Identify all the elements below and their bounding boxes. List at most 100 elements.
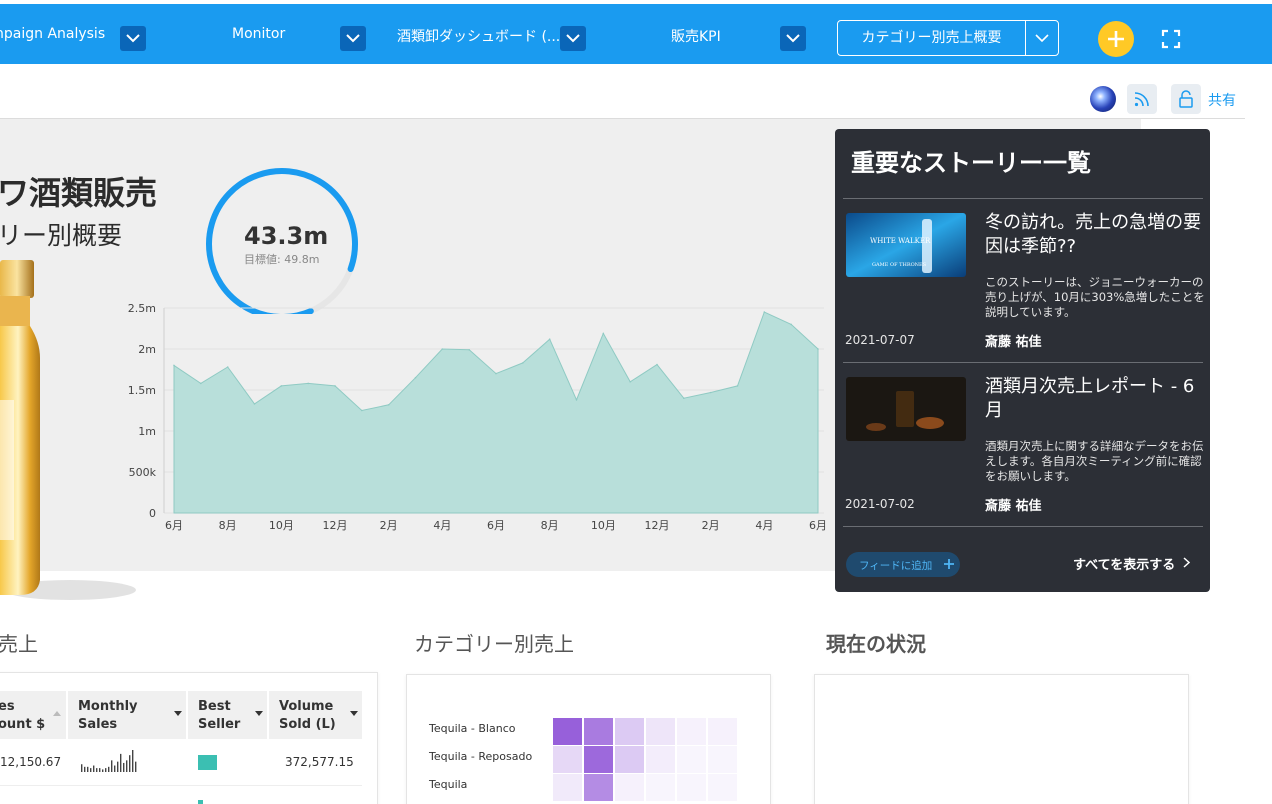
heatmap-row-label: Tequila - Reposado (429, 750, 533, 763)
lock-button[interactable] (1171, 84, 1201, 114)
share-button[interactable]: 共有 (1171, 84, 1241, 114)
heatmap-cell[interactable] (708, 718, 737, 745)
tab-campaign-analysis[interactable]: npaign Analysis (0, 26, 105, 42)
grid-header-amount[interactable]: es ount $ (0, 691, 66, 739)
tab-liquor-dashboard[interactable]: 酒類卸ダッシュボード (... (397, 26, 560, 46)
data-point (361, 409, 363, 412)
sparkline-bar (93, 765, 95, 772)
sort-down-icon (350, 711, 358, 716)
x-tick-label: 4月 (433, 519, 451, 532)
header-line: Volume (279, 699, 334, 714)
data-point (414, 376, 417, 379)
heatmap-cell[interactable] (615, 774, 644, 801)
story-thumbnail[interactable]: WHITE WALKER GAME OF THRONES (846, 213, 966, 277)
row-divider (0, 785, 362, 786)
gauge-value: 43.3m (244, 222, 329, 250)
x-tick-label: 10月 (269, 519, 294, 532)
section-title-sales: 売上 (0, 632, 38, 656)
heatmap-cell[interactable] (553, 746, 582, 773)
data-point (763, 311, 766, 313)
x-tick-label: 6月 (809, 519, 827, 532)
header-line: Monthly (78, 699, 138, 714)
data-point (683, 397, 685, 399)
data-point (173, 364, 175, 367)
story-author: 斎藤 祐佳 (985, 499, 1042, 514)
heatmap-cell[interactable] (677, 746, 706, 773)
best-seller-bar (198, 800, 203, 804)
story-thumb-text: GAME OF THRONES (872, 262, 927, 268)
add-to-feed-button[interactable]: フィードに追加 (846, 552, 960, 577)
data-point (387, 404, 390, 406)
story-thumbnail[interactable] (846, 377, 966, 441)
data-point (629, 381, 631, 383)
x-tick-label: 10月 (591, 519, 616, 532)
heatmap-cell[interactable] (646, 774, 675, 801)
header-line: ount $ (0, 717, 46, 732)
fullscreen-icon[interactable] (1161, 29, 1181, 49)
tab-sales-kpi[interactable]: 販売KPI (671, 26, 721, 46)
avatar[interactable] (1090, 86, 1116, 112)
story-title[interactable]: 冬の訪れ。売上の急増の要因は季節?? (985, 211, 1205, 259)
heatmap-cell[interactable] (553, 774, 582, 801)
heatmap-cell[interactable] (615, 746, 644, 773)
heatmap-cell[interactable] (584, 718, 613, 745)
header-line: es (0, 699, 15, 714)
tab-monitor[interactable]: Monitor (232, 26, 285, 42)
story-date: 2021-07-02 (845, 497, 915, 511)
heatmap-cell[interactable] (584, 746, 613, 773)
tab-liquor-dashboard-dropdown[interactable] (560, 26, 586, 51)
grid-header-volume-sold[interactable]: Volume Sold (L) (269, 691, 362, 739)
rss-icon (1134, 92, 1149, 107)
chevron-down-icon[interactable] (1035, 34, 1049, 43)
page-title: ワ酒類販売 (0, 174, 158, 212)
y-tick-label: 2.5m (128, 302, 156, 315)
heatmap-cell[interactable] (677, 774, 706, 801)
story-title[interactable]: 酒類月次売上レポート - 6月 (985, 375, 1205, 423)
heatmap-cell[interactable] (677, 718, 706, 745)
heatmap-cell[interactable] (646, 718, 675, 745)
sparkline-bar (129, 755, 131, 772)
grid-cell-volume: 372,577.15 (285, 755, 354, 769)
section-title-category-sales: カテゴリー別売上 (414, 632, 574, 656)
header-line: Sales (78, 717, 118, 732)
data-point (790, 323, 792, 326)
heatmap-cell[interactable] (708, 746, 737, 773)
add-button[interactable] (1098, 21, 1134, 57)
data-point (495, 372, 497, 375)
tab-category-sales-overview[interactable]: カテゴリー別売上概要 (837, 20, 1059, 56)
x-tick-label: 6月 (165, 519, 183, 532)
data-point (817, 348, 819, 350)
y-tick-label: 1.5m (128, 384, 156, 397)
show-all-link[interactable]: すべてを表示する (1073, 554, 1190, 573)
chevron-down-icon (786, 34, 800, 43)
heatmap-cell[interactable] (553, 718, 582, 745)
data-point (522, 362, 524, 364)
x-tick-label: 12月 (323, 519, 348, 532)
sparkline-bar (96, 768, 98, 772)
heatmap-cell[interactable] (708, 774, 737, 801)
tab-sales-kpi-dropdown[interactable] (780, 26, 806, 51)
subscribe-button[interactable] (1127, 84, 1157, 114)
data-point (226, 366, 229, 368)
data-point (575, 399, 578, 401)
heatmap-cell[interactable] (646, 746, 675, 773)
chevron-right-icon (1183, 557, 1190, 568)
chevron-down-icon (346, 34, 360, 43)
tab-campaign-analysis-dropdown[interactable] (120, 26, 146, 51)
data-point (280, 385, 283, 387)
grid-header-best-seller[interactable]: Best Seller (188, 691, 267, 739)
x-tick-label: 4月 (755, 519, 773, 532)
sparkline-bar (114, 765, 116, 772)
lock-icon (1179, 90, 1193, 108)
data-point (468, 349, 471, 351)
header-line: Seller (198, 717, 241, 732)
sparkline-bar (120, 753, 122, 772)
data-point (709, 391, 712, 394)
heatmap-cell[interactable] (584, 774, 613, 801)
tab-monitor-dropdown[interactable] (340, 26, 366, 51)
grid-header-monthly-sales[interactable]: Monthly Sales (68, 691, 186, 739)
heatmap-cell[interactable] (615, 718, 644, 745)
sparkline-bar (108, 766, 110, 772)
sparkline-bar (81, 764, 83, 772)
heatmap-row-label: Tequila - Blanco (429, 722, 516, 735)
